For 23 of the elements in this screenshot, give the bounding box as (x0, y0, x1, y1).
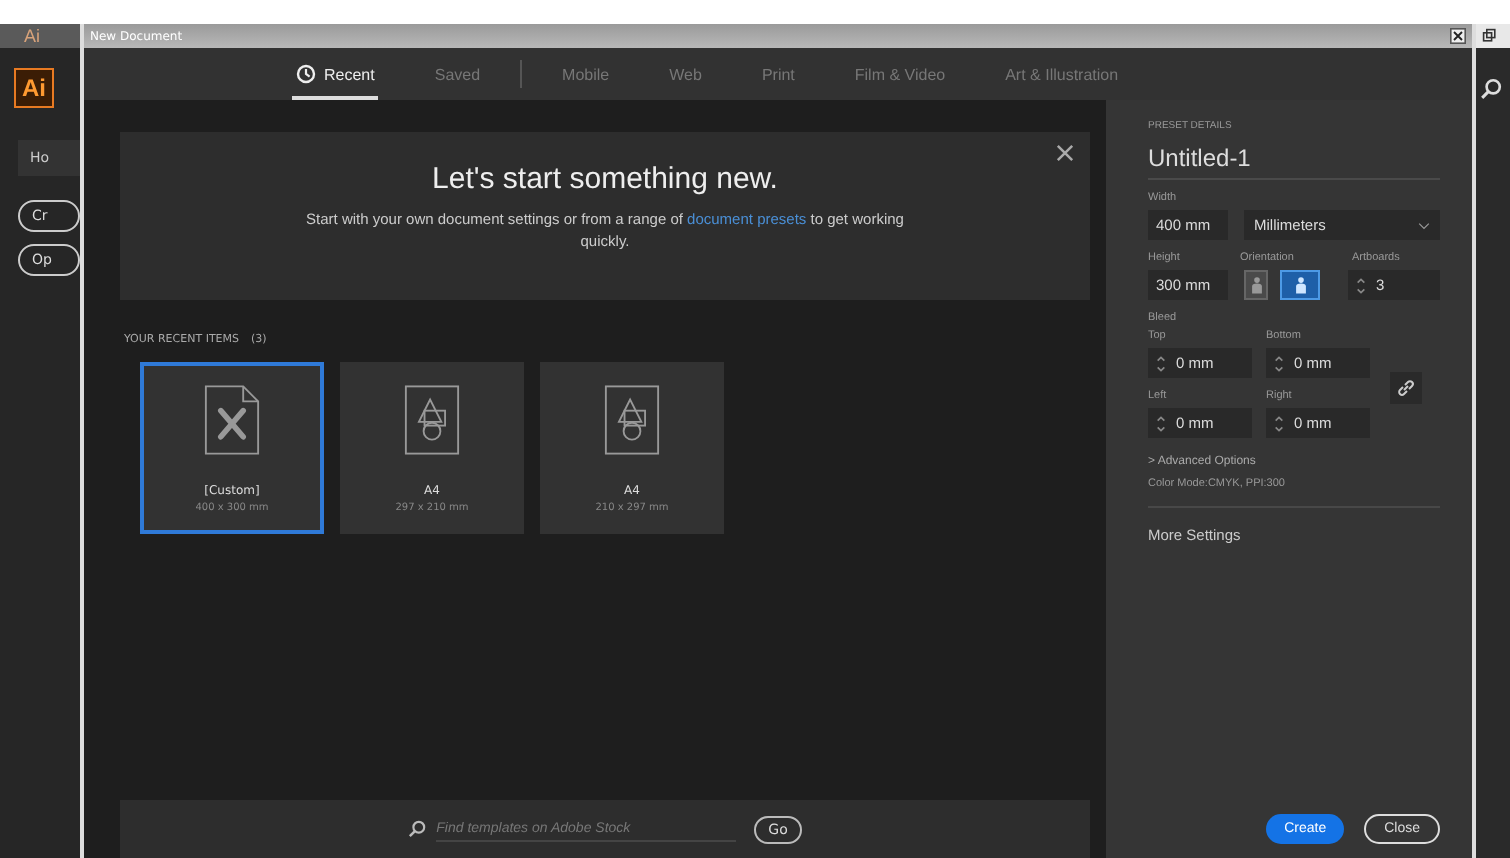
search-icon[interactable] (1480, 78, 1502, 100)
close-icon[interactable] (1056, 144, 1074, 162)
restore-icon[interactable] (1482, 28, 1498, 44)
person-icon (1293, 276, 1307, 294)
portrait-button[interactable] (1244, 270, 1268, 300)
chevron-icon (1418, 221, 1430, 229)
stepper-icon[interactable] (1356, 275, 1366, 295)
document-shapes-icon (404, 384, 460, 456)
document-shapes-icon (604, 384, 660, 456)
link-icon[interactable] (1390, 371, 1422, 403)
close-icon[interactable] (1450, 28, 1466, 44)
stepper-icon[interactable] (1156, 413, 1166, 433)
custom-document-icon (204, 384, 260, 456)
stepper-icon[interactable] (1274, 413, 1284, 433)
search-icon (408, 820, 427, 838)
stepper-icon[interactable] (1156, 353, 1166, 373)
stepper-icon[interactable] (1274, 353, 1284, 373)
app-logo-text: Ai (24, 26, 41, 46)
banner-title: Let's start something new. (432, 162, 778, 196)
landscape-button[interactable] (1280, 270, 1320, 300)
document-name-field[interactable]: Untitled-1 (1148, 144, 1440, 180)
app-logo: Ai (14, 68, 54, 108)
person-icon (1249, 276, 1263, 294)
